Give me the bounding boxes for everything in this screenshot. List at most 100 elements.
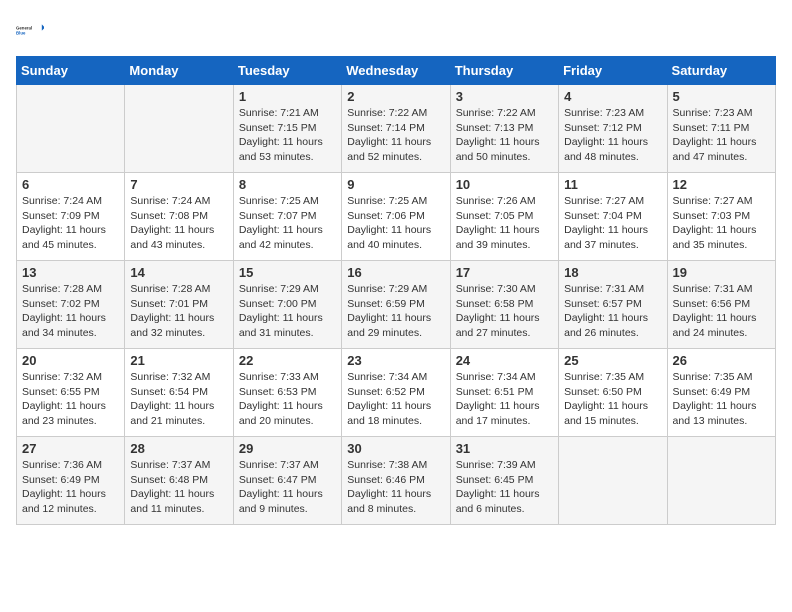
header-thursday: Thursday — [450, 57, 558, 85]
day-number: 29 — [239, 441, 336, 456]
cell-content: Sunrise: 7:32 AM Sunset: 6:55 PM Dayligh… — [22, 370, 119, 429]
calendar-cell: 30 Sunrise: 7:38 AM Sunset: 6:46 PM Dayli… — [342, 437, 450, 525]
day-number: 21 — [130, 353, 227, 368]
cell-content: Sunrise: 7:30 AM Sunset: 6:58 PM Dayligh… — [456, 282, 553, 341]
day-number: 1 — [239, 89, 336, 104]
calendar-cell: 17 Sunrise: 7:30 AM Sunset: 6:58 PM Dayli… — [450, 261, 558, 349]
day-number: 27 — [22, 441, 119, 456]
cell-content: Sunrise: 7:36 AM Sunset: 6:49 PM Dayligh… — [22, 458, 119, 517]
header-tuesday: Tuesday — [233, 57, 341, 85]
svg-text:Blue: Blue — [16, 30, 26, 35]
cell-content: Sunrise: 7:31 AM Sunset: 6:56 PM Dayligh… — [673, 282, 770, 341]
cell-content: Sunrise: 7:21 AM Sunset: 7:15 PM Dayligh… — [239, 106, 336, 165]
calendar-cell: 6Sunrise: 7:24 AM Sunset: 7:09 PM Daylig… — [17, 173, 125, 261]
calendar-cell: 16 Sunrise: 7:29 AM Sunset: 6:59 PM Dayli… — [342, 261, 450, 349]
header-wednesday: Wednesday — [342, 57, 450, 85]
logo: General Blue — [16, 16, 44, 44]
header-monday: Monday — [125, 57, 233, 85]
calendar-cell: 2Sunrise: 7:22 AM Sunset: 7:14 PM Daylig… — [342, 85, 450, 173]
calendar-week-2: 6Sunrise: 7:24 AM Sunset: 7:09 PM Daylig… — [17, 173, 776, 261]
cell-content: Sunrise: 7:34 AM Sunset: 6:52 PM Dayligh… — [347, 370, 444, 429]
calendar-cell: 23 Sunrise: 7:34 AM Sunset: 6:52 PM Dayli… — [342, 349, 450, 437]
cell-content: Sunrise: 7:25 AM Sunset: 7:06 PM Dayligh… — [347, 194, 444, 253]
cell-content: Sunrise: 7:27 AM Sunset: 7:03 PM Dayligh… — [673, 194, 770, 253]
day-number: 28 — [130, 441, 227, 456]
day-number: 14 — [130, 265, 227, 280]
calendar-week-1: 1 Sunrise: 7:21 AM Sunset: 7:15 PM Daylig… — [17, 85, 776, 173]
calendar-week-3: 13 Sunrise: 7:28 AM Sunset: 7:02 PM Dayli… — [17, 261, 776, 349]
day-number: 5 — [673, 89, 770, 104]
day-number: 3 — [456, 89, 553, 104]
cell-content: Sunrise: 7:28 AM Sunset: 7:01 PM Dayligh… — [130, 282, 227, 341]
day-number: 10 — [456, 177, 553, 192]
calendar-cell: 7 Sunrise: 7:24 AM Sunset: 7:08 PM Daylig… — [125, 173, 233, 261]
day-number: 18 — [564, 265, 661, 280]
cell-content: Sunrise: 7:24 AM Sunset: 7:09 PM Dayligh… — [22, 194, 119, 253]
cell-content: Sunrise: 7:29 AM Sunset: 6:59 PM Dayligh… — [347, 282, 444, 341]
svg-text:General: General — [16, 25, 32, 30]
day-number: 4 — [564, 89, 661, 104]
cell-content: Sunrise: 7:28 AM Sunset: 7:02 PM Dayligh… — [22, 282, 119, 341]
calendar-cell — [559, 437, 667, 525]
day-number: 9 — [347, 177, 444, 192]
calendar-cell: 9 Sunrise: 7:25 AM Sunset: 7:06 PM Daylig… — [342, 173, 450, 261]
calendar-cell: 11 Sunrise: 7:27 AM Sunset: 7:04 PM Dayli… — [559, 173, 667, 261]
cell-content: Sunrise: 7:37 AM Sunset: 6:48 PM Dayligh… — [130, 458, 227, 517]
calendar-cell: 21 Sunrise: 7:32 AM Sunset: 6:54 PM Dayli… — [125, 349, 233, 437]
cell-content: Sunrise: 7:23 AM Sunset: 7:12 PM Dayligh… — [564, 106, 661, 165]
calendar-header-row: SundayMondayTuesdayWednesdayThursdayFrid… — [17, 57, 776, 85]
day-number: 23 — [347, 353, 444, 368]
day-number: 25 — [564, 353, 661, 368]
calendar-cell: 3 Sunrise: 7:22 AM Sunset: 7:13 PM Daylig… — [450, 85, 558, 173]
calendar-table: SundayMondayTuesdayWednesdayThursdayFrid… — [16, 56, 776, 525]
day-number: 7 — [130, 177, 227, 192]
cell-content: Sunrise: 7:29 AM Sunset: 7:00 PM Dayligh… — [239, 282, 336, 341]
day-number: 24 — [456, 353, 553, 368]
day-number: 20 — [22, 353, 119, 368]
calendar-cell: 14 Sunrise: 7:28 AM Sunset: 7:01 PM Dayli… — [125, 261, 233, 349]
day-number: 13 — [22, 265, 119, 280]
calendar-cell: 20 Sunrise: 7:32 AM Sunset: 6:55 PM Dayli… — [17, 349, 125, 437]
cell-content: Sunrise: 7:33 AM Sunset: 6:53 PM Dayligh… — [239, 370, 336, 429]
cell-content: Sunrise: 7:27 AM Sunset: 7:04 PM Dayligh… — [564, 194, 661, 253]
page-header: General Blue — [16, 16, 776, 44]
calendar-cell: 27 Sunrise: 7:36 AM Sunset: 6:49 PM Dayli… — [17, 437, 125, 525]
calendar-cell: 12 Sunrise: 7:27 AM Sunset: 7:03 PM Dayli… — [667, 173, 775, 261]
calendar-cell: 28 Sunrise: 7:37 AM Sunset: 6:48 PM Dayli… — [125, 437, 233, 525]
day-number: 16 — [347, 265, 444, 280]
cell-content: Sunrise: 7:25 AM Sunset: 7:07 PM Dayligh… — [239, 194, 336, 253]
day-number: 8 — [239, 177, 336, 192]
calendar-cell: 13 Sunrise: 7:28 AM Sunset: 7:02 PM Dayli… — [17, 261, 125, 349]
calendar-cell — [17, 85, 125, 173]
calendar-cell: 26Sunrise: 7:35 AM Sunset: 6:49 PM Dayli… — [667, 349, 775, 437]
cell-content: Sunrise: 7:38 AM Sunset: 6:46 PM Dayligh… — [347, 458, 444, 517]
header-sunday: Sunday — [17, 57, 125, 85]
day-number: 31 — [456, 441, 553, 456]
cell-content: Sunrise: 7:26 AM Sunset: 7:05 PM Dayligh… — [456, 194, 553, 253]
cell-content: Sunrise: 7:24 AM Sunset: 7:08 PM Dayligh… — [130, 194, 227, 253]
calendar-week-4: 20 Sunrise: 7:32 AM Sunset: 6:55 PM Dayli… — [17, 349, 776, 437]
calendar-cell: 4 Sunrise: 7:23 AM Sunset: 7:12 PM Daylig… — [559, 85, 667, 173]
calendar-cell — [125, 85, 233, 173]
day-number: 11 — [564, 177, 661, 192]
calendar-cell: 1 Sunrise: 7:21 AM Sunset: 7:15 PM Daylig… — [233, 85, 341, 173]
calendar-cell: 25 Sunrise: 7:35 AM Sunset: 6:50 PM Dayli… — [559, 349, 667, 437]
day-number: 15 — [239, 265, 336, 280]
calendar-cell — [667, 437, 775, 525]
day-number: 12 — [673, 177, 770, 192]
calendar-cell: 22 Sunrise: 7:33 AM Sunset: 6:53 PM Dayli… — [233, 349, 341, 437]
calendar-cell: 19Sunrise: 7:31 AM Sunset: 6:56 PM Dayli… — [667, 261, 775, 349]
day-number: 30 — [347, 441, 444, 456]
calendar-cell: 15 Sunrise: 7:29 AM Sunset: 7:00 PM Dayli… — [233, 261, 341, 349]
cell-content: Sunrise: 7:32 AM Sunset: 6:54 PM Dayligh… — [130, 370, 227, 429]
cell-content: Sunrise: 7:22 AM Sunset: 7:13 PM Dayligh… — [456, 106, 553, 165]
day-number: 22 — [239, 353, 336, 368]
cell-content: Sunrise: 7:35 AM Sunset: 6:50 PM Dayligh… — [564, 370, 661, 429]
cell-content: Sunrise: 7:31 AM Sunset: 6:57 PM Dayligh… — [564, 282, 661, 341]
calendar-cell: 29Sunrise: 7:37 AM Sunset: 6:47 PM Dayli… — [233, 437, 341, 525]
header-friday: Friday — [559, 57, 667, 85]
calendar-cell: 10 Sunrise: 7:26 AM Sunset: 7:05 PM Dayli… — [450, 173, 558, 261]
header-saturday: Saturday — [667, 57, 775, 85]
day-number: 17 — [456, 265, 553, 280]
calendar-cell: 8 Sunrise: 7:25 AM Sunset: 7:07 PM Daylig… — [233, 173, 341, 261]
